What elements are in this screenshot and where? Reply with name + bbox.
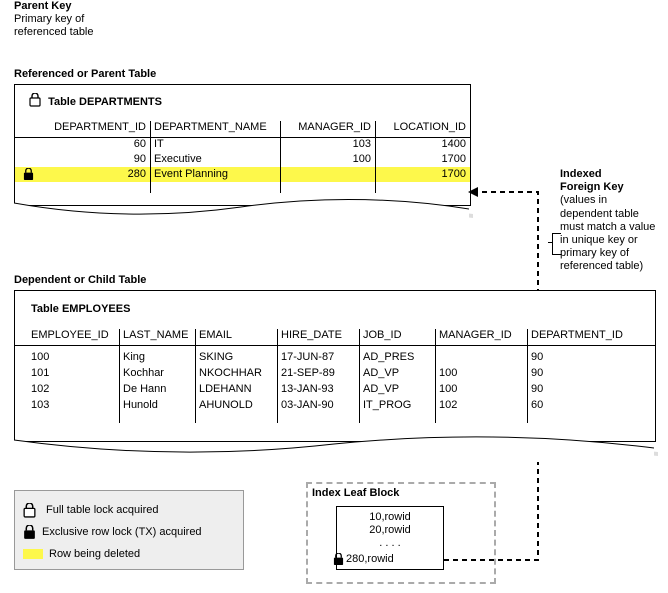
fk-line2: Foreign Key (560, 181, 660, 194)
table-row: 101 Kochhar NKOCHHAR 21-SEP-89 AD_VP 100… (15, 365, 655, 381)
emp-mgr (435, 349, 527, 365)
dep-name: IT (150, 137, 280, 152)
parent-key-sub1: Primary key of (14, 13, 84, 25)
emp-id: 101 (27, 365, 119, 381)
emp-hd: 13-JAN-93 (277, 381, 359, 397)
emp-dep: 60 (527, 397, 643, 413)
dep-loc: 1700 (375, 167, 470, 182)
departments-table: Table DEPARTMENTS DEPARTMENT_ID DEPARTME… (14, 84, 471, 206)
employees-table: Table EMPLOYEES EMPLOYEE_ID LAST_NAME EM… (14, 290, 656, 442)
legend: Full table lock acquired Exclusive row l… (14, 490, 244, 570)
dep-loc: 1400 (375, 137, 470, 152)
table-row: 100 King SKING 17-JUN-87 AD_PRES 90 (15, 349, 655, 365)
idx-row-locked: 280,rowid (343, 553, 437, 566)
idx-row: 10,rowid (343, 511, 437, 524)
emp-em: SKING (195, 349, 277, 365)
legend-del: Row being deleted (23, 543, 235, 565)
legend-excl-label: Exclusive row lock (TX) acquired (42, 526, 202, 538)
fk-line1: Indexed (560, 168, 660, 181)
employees-columns: EMPLOYEE_ID LAST_NAME EMAIL HIRE_DATE JO… (15, 329, 655, 346)
emp-col-hd: HIRE_DATE (277, 329, 359, 343)
dep-mgr: 103 (280, 137, 375, 152)
emp-em: AHUNOLD (195, 397, 277, 413)
idx-dots: . . . . (343, 537, 437, 550)
emp-em: NKOCHHAR (195, 365, 277, 381)
emp-col-mgr: MANAGER_ID (435, 329, 527, 343)
child-section-header: Dependent or Child Table (14, 274, 146, 286)
emp-ln: Kochhar (119, 365, 195, 381)
departments-title-text: Table DEPARTMENTS (48, 96, 162, 108)
emp-dep: 90 (527, 365, 643, 381)
table-row: 102 De Hann LDEHANN 13-JAN-93 AD_VP 100 … (15, 381, 655, 397)
emp-ln: King (119, 349, 195, 365)
dep-id-cell: 280 (25, 167, 150, 182)
emp-mgr: 102 (435, 397, 527, 413)
employees-title: Table EMPLOYEES (31, 303, 130, 315)
exclusive-row-lock-icon (23, 525, 36, 540)
emp-ln: De Hann (119, 381, 195, 397)
dep-id: 90 (25, 152, 150, 167)
index-leaf-title: Index Leaf Block (312, 487, 399, 499)
emp-col-dep: DEPARTMENT_ID (527, 329, 643, 343)
full-table-lock-icon (29, 93, 41, 107)
fk-line3: (values in dependent table must match a … (560, 194, 655, 272)
legend-full: Full table lock acquired (23, 499, 235, 521)
emp-id: 103 (27, 397, 119, 413)
parent-key-label: Parent Key Primary key of referenced tab… (14, 0, 94, 40)
dep-col-id: DEPARTMENT_ID (25, 121, 150, 135)
dep-col-name: DEPARTMENT_NAME (150, 121, 280, 135)
exclusive-row-lock-icon (333, 553, 344, 566)
table-row-deleting: 280 Event Planning 1700 (15, 167, 470, 182)
fk-arrow-icon (468, 187, 478, 197)
dep-name: Executive (150, 152, 280, 167)
emp-col-job: JOB_ID (359, 329, 435, 343)
full-table-lock-icon (23, 503, 36, 518)
emp-mgr: 100 (435, 365, 527, 381)
legend-del-label: Row being deleted (49, 548, 140, 560)
parent-section-header: Referenced or Parent Table (14, 68, 156, 80)
emp-job: IT_PROG (359, 397, 435, 413)
legend-full-label: Full table lock acquired (46, 504, 159, 516)
emp-job: AD_VP (359, 381, 435, 397)
departments-title: Table DEPARTMENTS (29, 93, 162, 108)
idx-row-text: 280,rowid (346, 553, 394, 566)
dep-id: 280 (128, 168, 146, 180)
idx-row: 20,rowid (343, 524, 437, 537)
departments-columns: DEPARTMENT_ID DEPARTMENT_NAME MANAGER_ID… (15, 121, 470, 138)
parent-key-title: Parent Key (14, 0, 71, 12)
fk-bracket-icon (552, 233, 561, 255)
emp-id: 100 (27, 349, 119, 365)
emp-col-em: EMAIL (195, 329, 277, 343)
emp-em: LDEHANN (195, 381, 277, 397)
dep-mgr: 100 (280, 152, 375, 167)
emp-hd: 17-JUN-87 (277, 349, 359, 365)
emp-dep: 90 (527, 381, 643, 397)
table-row: 90 Executive 100 1700 (15, 152, 470, 167)
dep-col-mgr: MANAGER_ID (280, 121, 375, 135)
dep-name: Event Planning (150, 167, 280, 182)
emp-dep: 90 (527, 349, 643, 365)
parent-key-sub2: referenced table (14, 26, 94, 38)
dep-loc: 1700 (375, 152, 470, 167)
dep-col-loc: LOCATION_ID (375, 121, 470, 135)
dep-mgr (280, 167, 375, 182)
row-deleted-swatch-icon (23, 549, 43, 559)
emp-hd: 21-SEP-89 (277, 365, 359, 381)
emp-id: 102 (27, 381, 119, 397)
emp-ln: Hunold (119, 397, 195, 413)
emp-col-id: EMPLOYEE_ID (27, 329, 119, 343)
dep-id: 60 (25, 137, 150, 152)
exclusive-row-lock-icon (23, 168, 34, 181)
legend-excl: Exclusive row lock (TX) acquired (23, 521, 235, 543)
indexed-fk-label: Indexed Foreign Key (values in dependent… (560, 168, 660, 274)
emp-col-ln: LAST_NAME (119, 329, 195, 343)
index-leaf-entries: 10,rowid 20,rowid . . . . 280,rowid (336, 506, 444, 570)
table-row: 103 Hunold AHUNOLD 03-JAN-90 IT_PROG 102… (15, 397, 655, 413)
fk-tick-icon (548, 242, 552, 243)
emp-mgr: 100 (435, 381, 527, 397)
emp-job: AD_PRES (359, 349, 435, 365)
table-row: 60 IT 103 1400 (15, 137, 470, 152)
emp-job: AD_VP (359, 365, 435, 381)
emp-hd: 03-JAN-90 (277, 397, 359, 413)
